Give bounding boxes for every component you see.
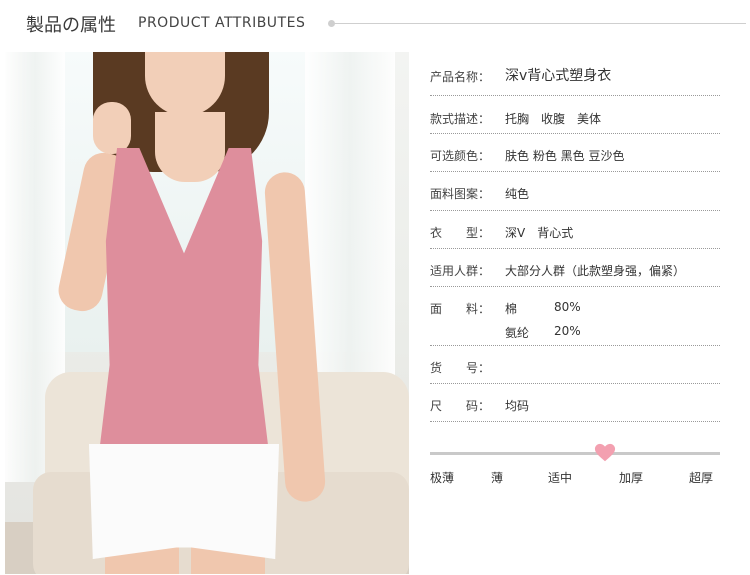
attr-label: 货 号： — [430, 361, 491, 375]
attr-label: 衣 型： — [430, 226, 491, 240]
attr-value: 大部分人群（此款塑身强，偏紧） — [505, 264, 686, 278]
product-photo — [5, 52, 409, 574]
attr-value: 托胸 收腹 美体 — [505, 112, 602, 126]
attr-row-style: 款式描述： 托胸 收腹 美体 — [430, 96, 720, 134]
attr-row-fit: 衣 型： 深V 背心式 — [430, 211, 720, 249]
model-hand — [93, 102, 131, 154]
thickness-label: 薄 — [491, 471, 504, 485]
attr-row-product-name: 产品名称： 深v背心式塑身衣 — [430, 60, 720, 96]
attr-value: 肤色 粉色 黑色 豆沙色 — [505, 149, 625, 163]
header-divider-line — [334, 23, 746, 24]
attr-label: 尺 码： — [430, 399, 491, 413]
thickness-scale: 极薄 薄 适中 加厚 超厚 — [430, 440, 720, 490]
attr-row-size: 尺 码： 均码 — [430, 384, 720, 422]
attr-value: 均码 — [505, 399, 530, 413]
attribute-list: 产品名称： 深v背心式塑身衣 款式描述： 托胸 收腹 美体 可选颜色： 肤色 粉… — [430, 60, 720, 422]
thickness-label: 超厚 — [689, 471, 714, 485]
attr-value: 纯色 — [505, 187, 530, 201]
attr-row-fabric: 面 料： 棉 80% 氨纶 20% — [430, 287, 720, 346]
attr-label: 面料图案： — [430, 187, 491, 201]
thickness-scale-track — [430, 452, 720, 455]
thickness-label: 加厚 — [619, 471, 644, 485]
fabric-percent: 80% — [554, 300, 581, 314]
attr-value: 深v背心式塑身衣 — [505, 68, 612, 84]
fabric-name: 氨纶 — [505, 326, 530, 340]
thickness-label: 适中 — [548, 471, 573, 485]
fabric-percent: 20% — [554, 324, 581, 338]
heart-icon — [594, 443, 616, 462]
white-shorts — [89, 444, 279, 559]
attr-label: 适用人群： — [430, 264, 491, 278]
section-header: 製品の属性 PRODUCT ATTRIBUTES — [26, 9, 746, 37]
section-title-en: PRODUCT ATTRIBUTES — [138, 15, 306, 31]
attr-row-audience: 适用人群： 大部分人群（此款塑身强，偏紧） — [430, 249, 720, 287]
attr-value: 深V 背心式 — [505, 226, 574, 240]
attr-label: 产品名称： — [430, 70, 491, 84]
model-neck — [155, 112, 225, 182]
attr-label: 款式描述： — [430, 112, 491, 126]
fabric-name: 棉 — [505, 302, 518, 316]
attr-row-colors: 可选颜色： 肤色 粉色 黑色 豆沙色 — [430, 134, 720, 172]
section-title-cn: 製品の属性 — [26, 15, 116, 36]
attr-row-pattern: 面料图案： 纯色 — [430, 172, 720, 211]
attr-label: 面 料： — [430, 302, 491, 316]
attr-row-item-number: 货 号： — [430, 346, 720, 384]
attr-label: 可选颜色： — [430, 149, 491, 163]
thickness-label: 极薄 — [430, 471, 455, 485]
